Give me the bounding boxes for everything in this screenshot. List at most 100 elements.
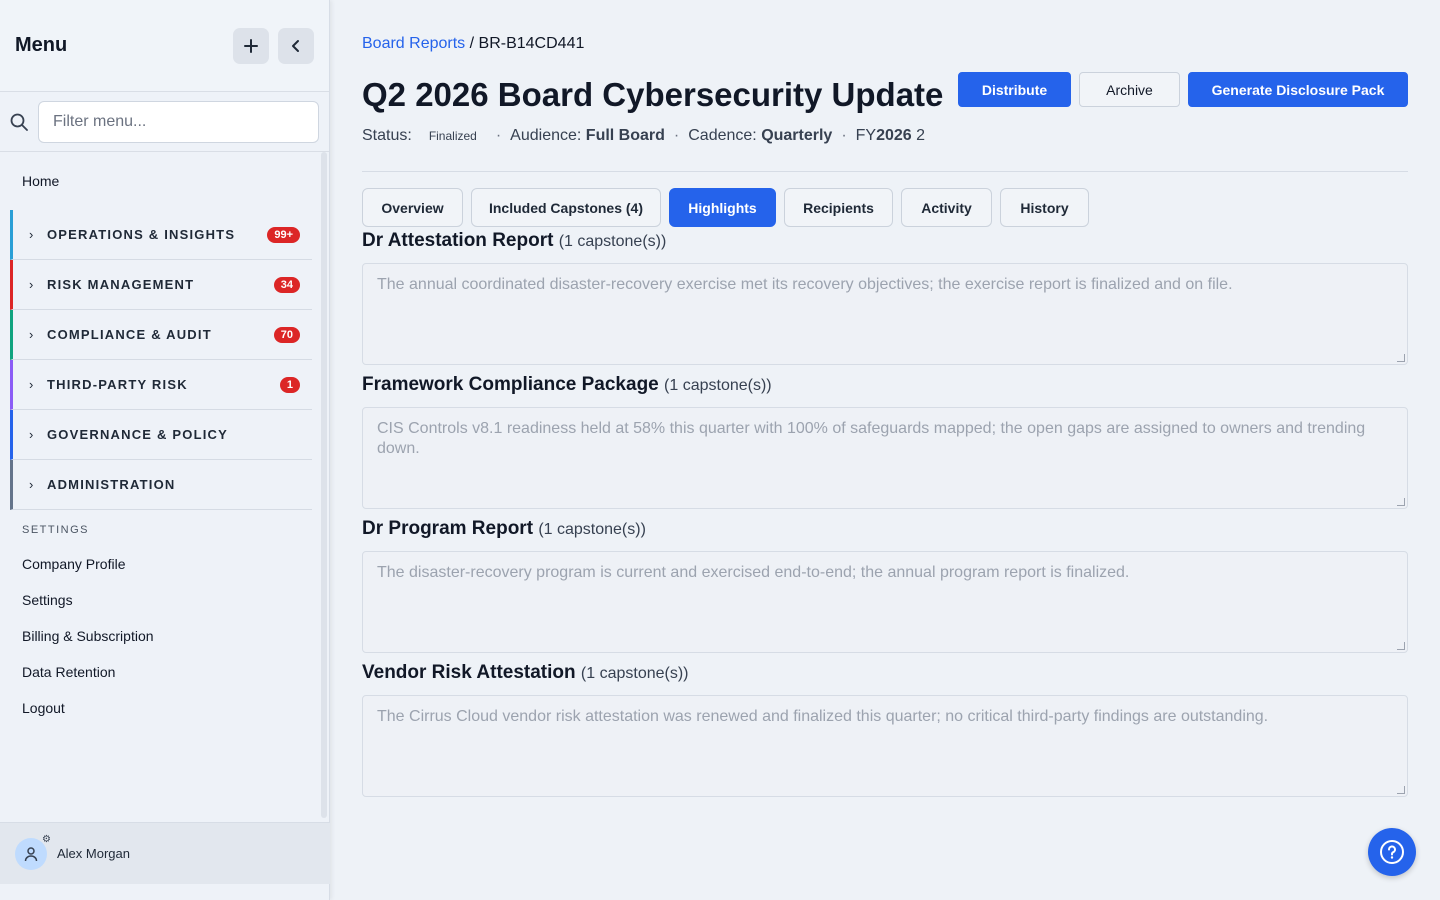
chevron-right-icon: ›: [29, 327, 34, 342]
audience-label: Audience:: [510, 127, 582, 144]
highlight-textarea[interactable]: The annual coordinated disaster-recovery…: [362, 263, 1408, 365]
collapse-sidebar-button[interactable]: [278, 27, 314, 64]
sidebar-link[interactable]: Data Retention: [0, 654, 330, 690]
highlight-section: Dr Program Report (1 capstone(s)) The dis…: [362, 518, 1408, 653]
archive-button[interactable]: Archive: [1079, 72, 1180, 107]
chevron-right-icon: ›: [29, 277, 34, 292]
chevron-left-icon: [292, 39, 299, 52]
highlight-section: Dr Attestation Report (1 capstone(s)) The…: [362, 230, 1408, 365]
breadcrumb-current: BR-B14CD441: [478, 35, 585, 52]
count-badge: 34: [273, 276, 300, 293]
highlight-section: Framework Compliance Package (1 capstone…: [362, 374, 1408, 509]
avatar: ⚙: [15, 834, 51, 870]
nav-group[interactable]: › GOVERNANCE & POLICY: [10, 410, 312, 460]
sidebar-title: Menu: [15, 34, 68, 56]
cadence-value: Quarterly: [761, 127, 833, 144]
cadence-label: Cadence:: [688, 127, 757, 144]
sidebar: Menu Home › OPERATIONS & INSIGHTS 99+ › RISK…: [0, 0, 330, 900]
highlight-name: Dr Program Report: [362, 518, 534, 539]
nav-group-label: OPERATIONS & INSIGHTS: [47, 227, 236, 242]
add-button[interactable]: [233, 27, 269, 64]
filter-menu-input[interactable]: [38, 100, 319, 143]
fy-suffix: 2: [916, 127, 926, 144]
count-badge: 99+: [267, 226, 300, 243]
user-name: Alex Morgan: [57, 846, 130, 861]
header-divider: [362, 171, 1408, 172]
nav-group[interactable]: › OPERATIONS & INSIGHTS 99+: [10, 210, 312, 260]
report-meta: Status: Finalized · Audience: Full Board…: [362, 127, 925, 145]
highlight-textarea[interactable]: CIS Controls v8.1 readiness held at 58% …: [362, 407, 1408, 509]
meta-separator: ·: [673, 127, 680, 144]
nav-group-label: COMPLIANCE & AUDIT: [47, 327, 212, 342]
highlight-title: Framework Compliance Package (1 capstone…: [362, 374, 1408, 396]
nav-group-label: THIRD-PARTY RISK: [47, 377, 188, 392]
capstone-count: (1 capstone(s)): [558, 233, 667, 250]
search-icon: [10, 113, 38, 131]
user-profile[interactable]: ⚙ Alex Morgan: [0, 822, 330, 884]
tab-bar: Overview Included Capstones (4) Highlights…: [362, 188, 1089, 227]
nav-group-label: GOVERNANCE & POLICY: [47, 427, 228, 442]
fy-value: 2026: [876, 127, 912, 144]
help-button[interactable]: [1368, 828, 1416, 876]
count-badge: 70: [273, 326, 300, 343]
tab[interactable]: Recipients: [784, 188, 893, 227]
generate-disclosure-pack-button[interactable]: Generate Disclosure Pack: [1188, 72, 1408, 107]
sidebar-nav: Home › OPERATIONS & INSIGHTS 99+ › RISK MANA…: [0, 152, 330, 820]
gear-icon: ⚙: [42, 833, 51, 845]
chevron-right-icon: ›: [29, 427, 34, 442]
capstone-count: (1 capstone(s)): [580, 665, 689, 682]
tab[interactable]: Overview: [362, 188, 463, 227]
nav-group-label: RISK MANAGEMENT: [47, 277, 195, 292]
breadcrumb-board-reports[interactable]: Board Reports: [362, 35, 465, 52]
meta-separator: ·: [841, 127, 847, 144]
sidebar-link[interactable]: Company Profile: [0, 546, 330, 582]
sidebar-link[interactable]: Logout: [0, 690, 330, 726]
highlight-text: CIS Controls v8.1 readiness held at 58% …: [377, 420, 1366, 457]
breadcrumb: Board Reports / BR-B14CD441: [362, 35, 584, 53]
nav-group[interactable]: › COMPLIANCE & AUDIT 70: [10, 310, 312, 360]
tab[interactable]: History: [1000, 188, 1089, 227]
highlight-name: Framework Compliance Package: [362, 374, 659, 395]
nav-group[interactable]: › RISK MANAGEMENT 34: [10, 260, 312, 310]
resize-handle[interactable]: [1397, 498, 1405, 506]
chevron-right-icon: ›: [29, 377, 34, 392]
sidebar-link[interactable]: Billing & Subscription: [0, 618, 330, 654]
sidebar-scrollbar[interactable]: [321, 152, 327, 818]
count-badge: 1: [279, 376, 300, 393]
distribute-button[interactable]: Distribute: [958, 72, 1071, 107]
capstone-count: (1 capstone(s)): [538, 521, 646, 538]
tab[interactable]: Highlights: [669, 188, 776, 227]
highlight-text: The Cirrus Cloud vendor risk attestation…: [377, 708, 1269, 725]
nav-home[interactable]: Home: [0, 152, 330, 210]
resize-handle[interactable]: [1397, 354, 1405, 362]
capstone-count: (1 capstone(s)): [664, 377, 772, 394]
sidebar-header: Menu: [0, 0, 329, 92]
settings-section-label: SETTINGS: [22, 524, 90, 536]
highlight-text: The annual coordinated disaster-recovery…: [377, 276, 1233, 293]
nav-group[interactable]: › ADMINISTRATION: [10, 460, 312, 510]
highlight-title: Dr Program Report (1 capstone(s)): [362, 518, 1408, 540]
highlight-text: The disaster-recovery program is current…: [377, 564, 1130, 581]
action-bar: Distribute Archive Generate Disclosure P…: [958, 72, 1408, 107]
highlight-section: Vendor Risk Attestation (1 capstone(s)) T…: [362, 662, 1408, 797]
highlight-title: Dr Attestation Report (1 capstone(s)): [362, 230, 1408, 252]
page-title: Q2 2026 Board Cybersecurity Update: [362, 76, 944, 113]
highlight-textarea[interactable]: The disaster-recovery program is current…: [362, 551, 1408, 653]
breadcrumb-separator: /: [469, 35, 475, 52]
chevron-right-icon: ›: [29, 227, 34, 242]
fy-prefix: FY: [855, 127, 877, 144]
audience-value: Full Board: [585, 127, 665, 144]
tab[interactable]: Included Capstones (4): [471, 188, 661, 227]
highlight-textarea[interactable]: The Cirrus Cloud vendor risk attestation…: [362, 695, 1408, 797]
nav-group[interactable]: › THIRD-PARTY RISK 1: [10, 360, 312, 410]
user-icon: [24, 846, 38, 861]
meta-separator: ·: [495, 127, 502, 144]
highlight-title: Vendor Risk Attestation (1 capstone(s)): [362, 662, 1408, 684]
sidebar-link[interactable]: Settings: [0, 582, 330, 618]
tab[interactable]: Activity: [901, 188, 992, 227]
status-label: Status:: [362, 127, 412, 144]
resize-handle[interactable]: [1397, 786, 1405, 794]
chevron-right-icon: ›: [29, 477, 34, 492]
resize-handle[interactable]: [1397, 642, 1405, 650]
question-icon: [1380, 840, 1404, 864]
